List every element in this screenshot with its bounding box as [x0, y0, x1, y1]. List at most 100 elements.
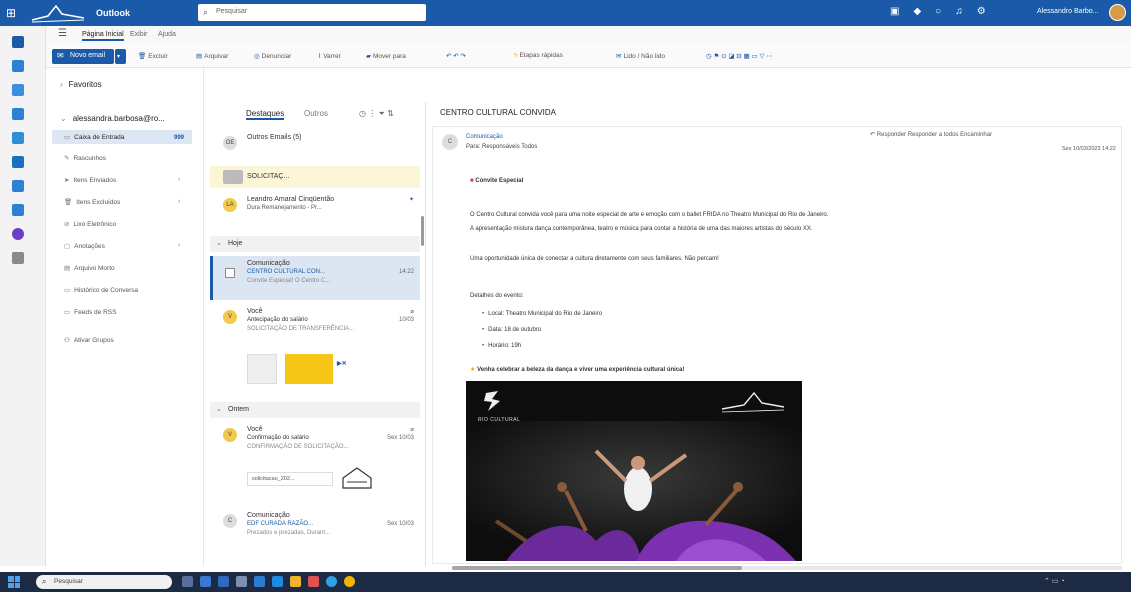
horizontal-scrollbar[interactable]	[452, 566, 1122, 570]
folder-rss[interactable]: ▭ Feeds de RSS	[64, 308, 116, 316]
taskview-icon[interactable]	[182, 576, 193, 587]
group-header-earlier[interactable]: ⌄ Ontem	[210, 402, 420, 418]
todo-icon[interactable]	[12, 132, 24, 144]
sort-icon[interactable]: ⇅	[387, 109, 394, 118]
folder-inbox[interactable]: ▭ Caixa de Entrada	[52, 130, 192, 144]
folder-junk[interactable]: ⊘ Lixo Eletrônico	[64, 220, 116, 228]
bell-icon[interactable]: ♫	[955, 6, 963, 17]
read-unread-button[interactable]: ✉ Lido / Não lido	[616, 52, 665, 60]
account-header[interactable]: ⌄ alessandra.barbosa@ro...	[60, 114, 165, 123]
user-name[interactable]: Alessandro Barbo...	[1037, 8, 1098, 15]
files-icon[interactable]	[12, 108, 24, 120]
folder-icon[interactable]	[290, 576, 301, 587]
tab-view[interactable]: Exibir	[130, 31, 148, 38]
topbar-icons: ▣ ◆ ○ ♫ ⚙	[890, 6, 986, 17]
list-item[interactable]: V Você Antecipação do salário SOLICITAÇÃ…	[210, 304, 420, 400]
app-icon-2[interactable]	[308, 576, 319, 587]
onenote-icon[interactable]: ◆	[913, 6, 921, 17]
chevron-right-icon[interactable]: ›	[178, 242, 180, 249]
avatar: V	[223, 428, 237, 442]
list-item[interactable]: V Você Confirmação do salário CONFIRMAÇÃ…	[210, 422, 420, 502]
email-recipients: Para: Responsáveis Todos	[466, 144, 538, 150]
archive-button[interactable]: ▤ Arquivar	[196, 52, 228, 60]
folder-history[interactable]: ▭ Histórico de Conversa	[64, 286, 138, 294]
move-button[interactable]: ▰ Mover para	[366, 52, 406, 60]
taskbar-search[interactable]: ⌕ Pesquisar	[36, 575, 172, 589]
system-tray[interactable]: ⌃ ▭ ◔	[1044, 577, 1065, 585]
list-tools[interactable]: ◷ ⋮ ⏷ ⇅	[359, 109, 394, 119]
onedrive-icon[interactable]	[12, 204, 24, 216]
excel-icon[interactable]	[12, 180, 24, 192]
list-item[interactable]: Comunicação CENTRO CULTURAL CON... Convi…	[210, 256, 420, 300]
more-apps-icon[interactable]	[12, 252, 24, 264]
refresh-icon[interactable]: ◷	[359, 109, 366, 118]
chevron-right-icon: ›	[60, 80, 63, 89]
favorites-header[interactable]: › Favoritos	[60, 80, 102, 89]
list-item[interactable]: C Comunicação EDF CURADA RAZÃO... Prezad…	[210, 508, 420, 552]
folder-sent[interactable]: ➤ Itens Enviados	[64, 176, 116, 184]
folder-drafts[interactable]: ✎ Rascunhos	[64, 154, 106, 162]
event-poster[interactable]: RIO CULTURAL	[466, 381, 802, 561]
list-item[interactable]: LA Leandro Amaral Cinqüentão Dura Remane…	[210, 192, 420, 226]
report-button[interactable]: ◎ Denunciar	[254, 52, 291, 60]
calendar-icon[interactable]	[12, 60, 24, 72]
email-actions[interactable]: ↶ Responder Responder a todos Encaminhar	[870, 131, 992, 138]
folder-label: Feeds de RSS	[74, 309, 117, 316]
pin-icon[interactable]: ✦	[409, 196, 414, 203]
filter-icon[interactable]: ⏷	[378, 109, 384, 118]
clock[interactable]	[1090, 574, 1092, 590]
sweep-button[interactable]: ⌇ Varrer	[318, 52, 341, 60]
message-subject: CENTRO CULTURAL CON...	[247, 269, 326, 275]
email-paragraph: O Centro Cultural convida você para uma …	[470, 212, 829, 218]
mail-icon[interactable]	[12, 36, 24, 48]
new-mail-button[interactable]: ✉ Novo email	[52, 49, 114, 64]
ribbon-more-tools[interactable]: ◷ ⚑ ⊙ ◪ ⊟ ▦ ▭ ▽ ⋯	[706, 52, 775, 60]
chrome-icon[interactable]	[344, 576, 355, 587]
chevron-right-icon[interactable]: ›	[178, 198, 180, 205]
user-avatar[interactable]	[1109, 4, 1126, 21]
reply-icons[interactable]: ↶ ↶ ↷	[446, 52, 468, 60]
folder-notes[interactable]: ▢ Anotações	[64, 242, 105, 250]
tab-home[interactable]: Página Inicial	[82, 31, 124, 41]
outlook-taskbar-icon[interactable]	[254, 576, 265, 587]
enable-groups-link[interactable]: ⚇ Ativar Grupos	[64, 336, 114, 344]
group-header-today[interactable]: ⌄ Hoje	[210, 236, 420, 252]
attachment-chip[interactable]: solicitacao_202...	[247, 472, 333, 486]
store-icon[interactable]	[272, 576, 283, 587]
widgets-icon[interactable]	[200, 576, 211, 587]
search-input[interactable]: ⌕ Pesquisar	[198, 4, 426, 21]
teams-icon[interactable]: ▣	[890, 6, 899, 17]
explorer-icon[interactable]	[218, 576, 229, 587]
app-icon[interactable]	[236, 576, 247, 587]
message-time: Sex 10/03	[386, 435, 414, 441]
edge-icon[interactable]	[326, 576, 337, 587]
people-icon[interactable]	[12, 84, 24, 96]
folder-move-icon: ▰	[366, 53, 371, 60]
quick-steps-button[interactable]: ϟ Etapas rápidas	[514, 52, 563, 59]
gear-icon[interactable]: ⚙	[977, 6, 986, 17]
tab-other[interactable]: Outros	[304, 109, 328, 118]
chevron-down-icon: ⌄	[216, 406, 222, 413]
list-item[interactable]: OE Outros Emails (5)	[210, 130, 420, 164]
email-sender[interactable]: Comunicação	[466, 134, 503, 140]
new-mail-dropdown[interactable]: ▾	[115, 49, 126, 64]
viva-icon[interactable]	[12, 228, 24, 240]
folder-archive[interactable]: ▤ Arquivo Morto	[64, 264, 115, 272]
folder-deleted[interactable]: 🗑 Itens Excluídos	[64, 198, 120, 206]
checkbox[interactable]	[225, 268, 235, 278]
attachment-thumbnail[interactable]	[247, 354, 277, 384]
detail-bullet: • Horário: 19h	[482, 343, 521, 349]
chevron-right-icon[interactable]: ›	[178, 176, 180, 183]
delete-button[interactable]: 🗑 Excluir	[138, 52, 168, 60]
list-item[interactable]: SOLICITAÇ...	[210, 166, 420, 188]
tab-help[interactable]: Ajuda	[158, 31, 176, 38]
word-icon[interactable]	[12, 156, 24, 168]
tab-focused[interactable]: Destaques	[246, 109, 285, 120]
app-launcher-icon[interactable]: ⊞	[6, 6, 16, 20]
hamburger-icon[interactable]: ☰	[58, 28, 67, 39]
message-list-scrollbar[interactable]	[421, 216, 424, 246]
windows-start-icon[interactable]	[8, 576, 20, 588]
lightbulb-icon[interactable]: ○	[935, 6, 941, 17]
scrollbar-thumb[interactable]	[452, 566, 742, 570]
attachment-thumbnail[interactable]	[285, 354, 333, 384]
